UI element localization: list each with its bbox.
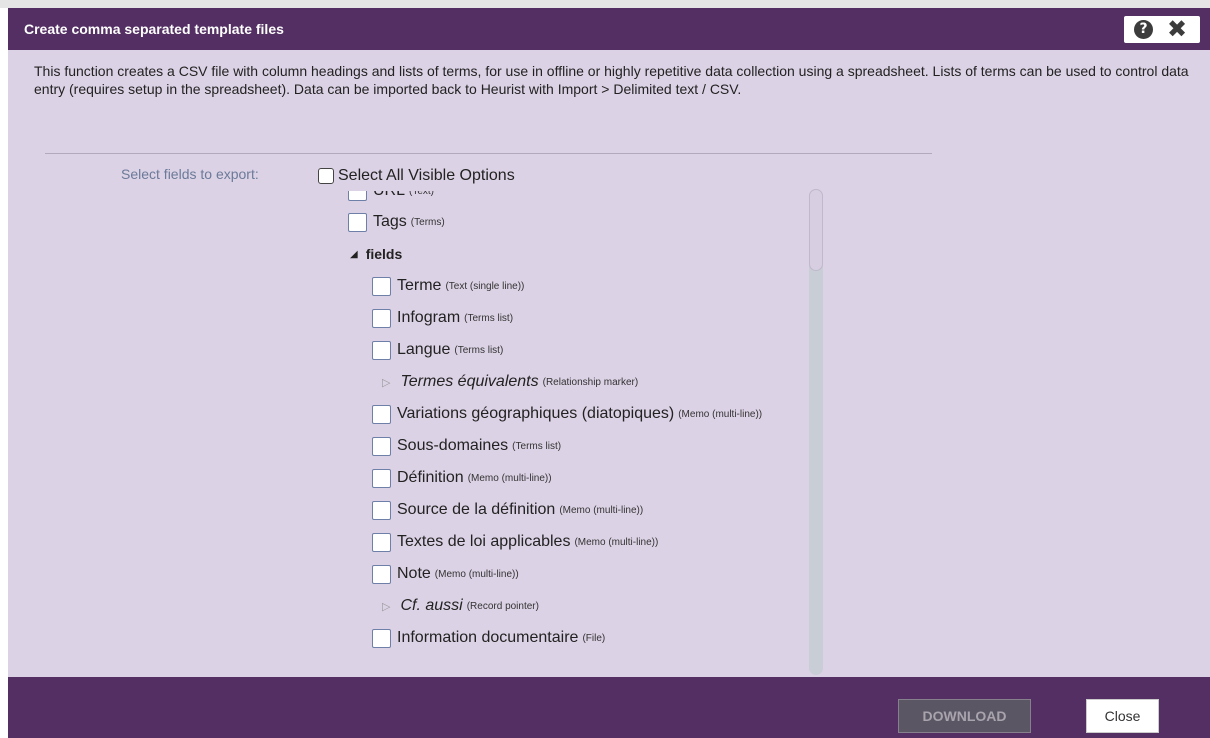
field-type: (Relationship marker) bbox=[542, 376, 639, 388]
field-type: (Memo (multi-line)) bbox=[678, 408, 763, 420]
field-checkbox[interactable] bbox=[372, 628, 391, 648]
field-checkbox[interactable] bbox=[372, 532, 391, 552]
field-checkbox[interactable] bbox=[348, 191, 367, 201]
select-fields-label: Select fields to export: bbox=[121, 166, 259, 182]
field-type: (Terms) bbox=[410, 216, 445, 228]
titlebar-buttons: ? ✖ bbox=[1124, 16, 1200, 43]
tree-item-langue[interactable]: Langue (Terms list) bbox=[372, 338, 503, 362]
field-checkbox[interactable] bbox=[372, 276, 391, 296]
collapsed-triangle-icon[interactable]: ▷ bbox=[382, 600, 390, 613]
field-label: Variations géographiques (diatopiques) bbox=[397, 405, 675, 422]
field-type: (Memo (multi-line)) bbox=[467, 472, 552, 484]
field-type: (Text (single line)) bbox=[445, 280, 525, 292]
tree-item-termes-equivalents[interactable]: ▷ Termes équivalents (Relationship marke… bbox=[382, 370, 638, 394]
field-label: Textes de loi applicables bbox=[397, 533, 571, 550]
select-all-label: Select All Visible Options bbox=[338, 167, 515, 184]
field-label: Terme bbox=[397, 277, 442, 294]
field-type: (Memo (multi-line)) bbox=[574, 536, 659, 548]
field-label: Note bbox=[397, 565, 431, 582]
field-checkbox[interactable] bbox=[372, 436, 391, 456]
tree-item-variations[interactable]: Variations géographiques (diatopiques) (… bbox=[372, 402, 762, 426]
tree-group-fields[interactable]: ◢ fields bbox=[350, 242, 402, 266]
tree-item-infogram[interactable]: Infogram (Terms list) bbox=[372, 306, 513, 330]
field-tree: URL (Text) Tags (Terms) ◢ fields Terme (… bbox=[338, 191, 808, 681]
csv-template-dialog: Create comma separated template files ? … bbox=[8, 8, 1210, 738]
field-label: Cf. aussi bbox=[400, 597, 463, 614]
field-checkbox[interactable] bbox=[372, 564, 391, 584]
field-type: (Terms list) bbox=[464, 312, 514, 324]
help-icon[interactable]: ? bbox=[1134, 20, 1153, 39]
field-type: (Terms list) bbox=[454, 344, 504, 356]
dialog-footer: DOWNLOAD Close bbox=[8, 677, 1210, 738]
tree-item-url[interactable]: URL (Text) bbox=[348, 191, 434, 203]
divider bbox=[45, 153, 932, 154]
field-label: Sous-domaines bbox=[397, 437, 509, 454]
select-all-checkbox[interactable] bbox=[318, 168, 334, 184]
field-label: Termes équivalents bbox=[400, 373, 539, 390]
tree-item-sous-domaines[interactable]: Sous-domaines (Terms list) bbox=[372, 434, 561, 458]
close-icon[interactable]: ✖ bbox=[1164, 16, 1190, 43]
tree-item-definition[interactable]: Définition (Memo (multi-line)) bbox=[372, 466, 552, 490]
tree-scrollbar[interactable] bbox=[809, 189, 823, 675]
tree-item-information-documentaire[interactable]: Information documentaire (File) bbox=[372, 626, 605, 650]
group-label: fields bbox=[365, 246, 403, 262]
field-type: (Text) bbox=[409, 191, 435, 197]
tree-item-note[interactable]: Note (Memo (multi-line)) bbox=[372, 562, 519, 586]
dialog-titlebar: Create comma separated template files ? … bbox=[8, 8, 1210, 50]
field-label: Information documentaire bbox=[397, 629, 579, 646]
field-checkbox[interactable] bbox=[372, 404, 391, 424]
close-button[interactable]: Close bbox=[1086, 699, 1159, 733]
field-checkbox[interactable] bbox=[372, 500, 391, 520]
field-checkbox[interactable] bbox=[372, 340, 391, 360]
field-label: URL bbox=[373, 191, 405, 200]
field-label: Source de la définition bbox=[397, 501, 556, 518]
field-type: (Record pointer) bbox=[466, 600, 539, 612]
scrollbar-thumb[interactable] bbox=[809, 189, 823, 271]
tree-item-source-definition[interactable]: Source de la définition (Memo (multi-lin… bbox=[372, 498, 643, 522]
tree-item-textes-de-loi[interactable]: Textes de loi applicables (Memo (multi-l… bbox=[372, 530, 658, 554]
field-checkbox[interactable] bbox=[372, 308, 391, 328]
collapsed-triangle-icon[interactable]: ▷ bbox=[382, 376, 390, 389]
select-all-option[interactable]: Select All Visible Options bbox=[318, 164, 515, 188]
download-button[interactable]: DOWNLOAD bbox=[898, 699, 1031, 733]
field-type: (Memo (multi-line)) bbox=[434, 568, 519, 580]
dialog-title: Create comma separated template files bbox=[24, 21, 284, 37]
field-checkbox[interactable] bbox=[372, 468, 391, 488]
field-label: Infogram bbox=[397, 309, 461, 326]
tree-item-tags[interactable]: Tags (Terms) bbox=[348, 210, 445, 234]
field-label: Langue bbox=[397, 341, 451, 358]
field-label: Tags bbox=[373, 213, 407, 230]
field-type: (Terms list) bbox=[512, 440, 562, 452]
dialog-description: This function creates a CSV file with co… bbox=[34, 63, 1189, 97]
field-type: (Memo (multi-line)) bbox=[559, 504, 644, 516]
expanded-triangle-icon[interactable]: ◢ bbox=[350, 249, 358, 260]
tree-item-cf-aussi[interactable]: ▷ Cf. aussi (Record pointer) bbox=[382, 594, 539, 618]
field-type: (File) bbox=[582, 632, 606, 644]
field-label: Définition bbox=[397, 469, 464, 486]
tree-item-terme[interactable]: Terme (Text (single line)) bbox=[372, 274, 524, 298]
field-checkbox[interactable] bbox=[348, 212, 367, 232]
browser-top-strip bbox=[0, 0, 1210, 8]
